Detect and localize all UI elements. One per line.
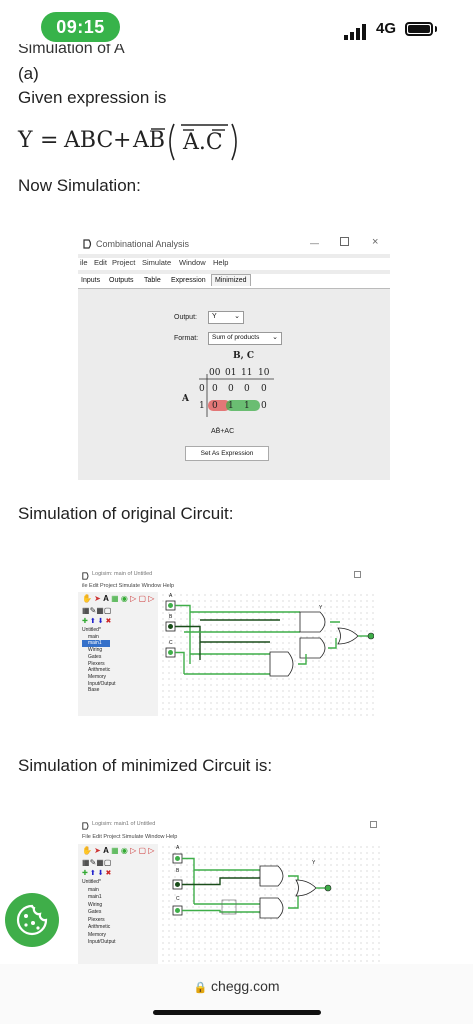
cookie-settings-button[interactable]	[5, 893, 59, 947]
tree-wiring[interactable]: Wiring	[82, 902, 158, 910]
battery-icon	[405, 22, 433, 36]
logisim-window-original: Logisim: main of Untitled ile Edit Proje…	[78, 568, 374, 716]
equation: Y = ABC + AB A.C	[18, 118, 278, 164]
home-indicator[interactable]	[153, 1010, 321, 1015]
circuit-canvas[interactable]: A B C Y	[160, 844, 384, 964]
tree-plexers[interactable]: Plexers	[82, 661, 158, 668]
now-sim-label: Now Simulation:	[18, 176, 141, 195]
toolbar-icons-2: ▦✎▦▢	[82, 858, 112, 867]
cookie-icon	[16, 904, 48, 936]
browser-bottom-bar	[0, 964, 473, 1024]
tree-io[interactable]: Input/Output	[82, 681, 158, 688]
logisim-sidebar: ✋ ➤ A ▦ ◉ ▷ ▢ ▷ ▦✎▦▢ ✚ ⬆ ⬇ ✖ Untitled* m…	[78, 844, 158, 964]
toolbar-icons: ✋ ➤ A ▦ ◉ ▷ ▢ ▷	[82, 846, 155, 855]
kmap-cell: 1	[228, 401, 234, 411]
kmap-grid	[199, 374, 274, 417]
logisim-menu[interactable]: File Edit Project Simulate Window Help	[82, 834, 177, 840]
kmap-col-00: 00	[209, 368, 221, 378]
maximize-button[interactable]	[370, 821, 377, 828]
kmap-cell: 0	[261, 384, 267, 394]
toolbar-icons-2: ▦✎▦▢	[82, 606, 112, 615]
tree-main[interactable]: main	[82, 887, 158, 895]
kmap-cell: 0	[228, 384, 234, 394]
signal-icon	[344, 24, 366, 40]
kmap-col-01: 01	[225, 368, 237, 378]
kmap-cell: 0	[212, 401, 218, 411]
tree-main1[interactable]: main1	[82, 640, 110, 648]
tree-project[interactable]: Untitled*	[82, 627, 158, 634]
tree-main[interactable]: main	[82, 634, 158, 641]
toolbar-icons: ✋ ➤ A ▦ ◉ ▷ ▢ ▷	[82, 594, 155, 603]
tree-base[interactable]: Base	[82, 687, 158, 694]
tree-wiring[interactable]: Wiring	[82, 647, 158, 654]
tree-gates[interactable]: Gates	[82, 654, 158, 661]
circuit-canvas[interactable]: A B C Y	[160, 592, 374, 716]
battery-tip	[435, 26, 437, 32]
url-bar[interactable]: 🔒 chegg.com	[0, 978, 473, 994]
given-label: Given expression is	[18, 88, 167, 107]
tree-project[interactable]: Untitled*	[82, 879, 158, 887]
logisim-icon	[82, 572, 89, 580]
tree-io[interactable]: Input/Output	[82, 939, 158, 947]
logisim-title: Logisim: main of Untitled	[92, 571, 153, 577]
kmap-cell: 1	[244, 401, 250, 411]
lock-icon: 🔒	[193, 982, 208, 994]
logisim-menu[interactable]: ile Edit Project Simulate Window Help	[82, 583, 174, 589]
set-as-expression-button[interactable]: Set As Expression	[185, 446, 269, 461]
network-label: 4G	[376, 20, 397, 37]
circuit-wires	[172, 853, 332, 919]
kmap-row-1: 1	[199, 401, 205, 411]
eq-overlines	[151, 123, 237, 161]
kmap-row-0: 0	[199, 384, 205, 394]
time-pill: 09:15	[41, 12, 120, 42]
tree-arithmetic[interactable]: Arithmetic	[82, 924, 158, 932]
cut-heading: Simulation of A	[18, 44, 125, 56]
logisim-title: Logisim: main1 of Untitled	[92, 821, 156, 827]
circuit-wires	[165, 600, 374, 677]
logisim-sidebar: ✋ ➤ A ▦ ◉ ▷ ▢ ▷ ▦✎▦▢ ✚ ⬆ ⬇ ✖ Untitled* m…	[78, 592, 158, 716]
url-text: chegg.com	[211, 978, 280, 994]
tree-plexers[interactable]: Plexers	[82, 917, 158, 925]
circuit-tree: Untitled* main main1 Wiring Gates Plexer…	[82, 627, 158, 694]
tree-memory[interactable]: Memory	[82, 674, 158, 681]
kmap-col-11: 11	[241, 368, 253, 378]
circuit-tree: Untitled* main main1 Wiring Gates Plexer…	[82, 879, 158, 947]
combinational-window: Combinational Analysis — × ile Edit Proj…	[78, 234, 390, 480]
tree-gates[interactable]: Gates	[82, 909, 158, 917]
tree-memory[interactable]: Memory	[82, 932, 158, 940]
logisim-icon	[82, 822, 89, 830]
kmap-col-10: 10	[258, 368, 270, 378]
kmap-cell: 0	[261, 401, 267, 411]
sim-min-label: Simulation of minimized Circuit is:	[18, 756, 273, 775]
kmap-cell: 0	[244, 384, 250, 394]
sim-original-label: Simulation of original Circuit:	[18, 504, 234, 523]
eq-term3: A.C	[183, 130, 223, 155]
toolbar-icons-3: ✚ ⬆ ⬇ ✖	[82, 618, 112, 625]
minimized-expression: AB̄+AC	[211, 428, 235, 435]
tree-arithmetic[interactable]: Arithmetic	[82, 667, 158, 674]
toolbar-icons-3: ✚ ⬆ ⬇ ✖	[82, 870, 112, 877]
logisim-window-minimized: Logisim: main1 of Untitled File Edit Pro…	[78, 818, 384, 964]
part-label: (a)	[18, 64, 39, 83]
maximize-button[interactable]	[354, 571, 361, 578]
tree-main1[interactable]: main1	[82, 894, 158, 902]
kmap-cell: 0	[212, 384, 218, 394]
